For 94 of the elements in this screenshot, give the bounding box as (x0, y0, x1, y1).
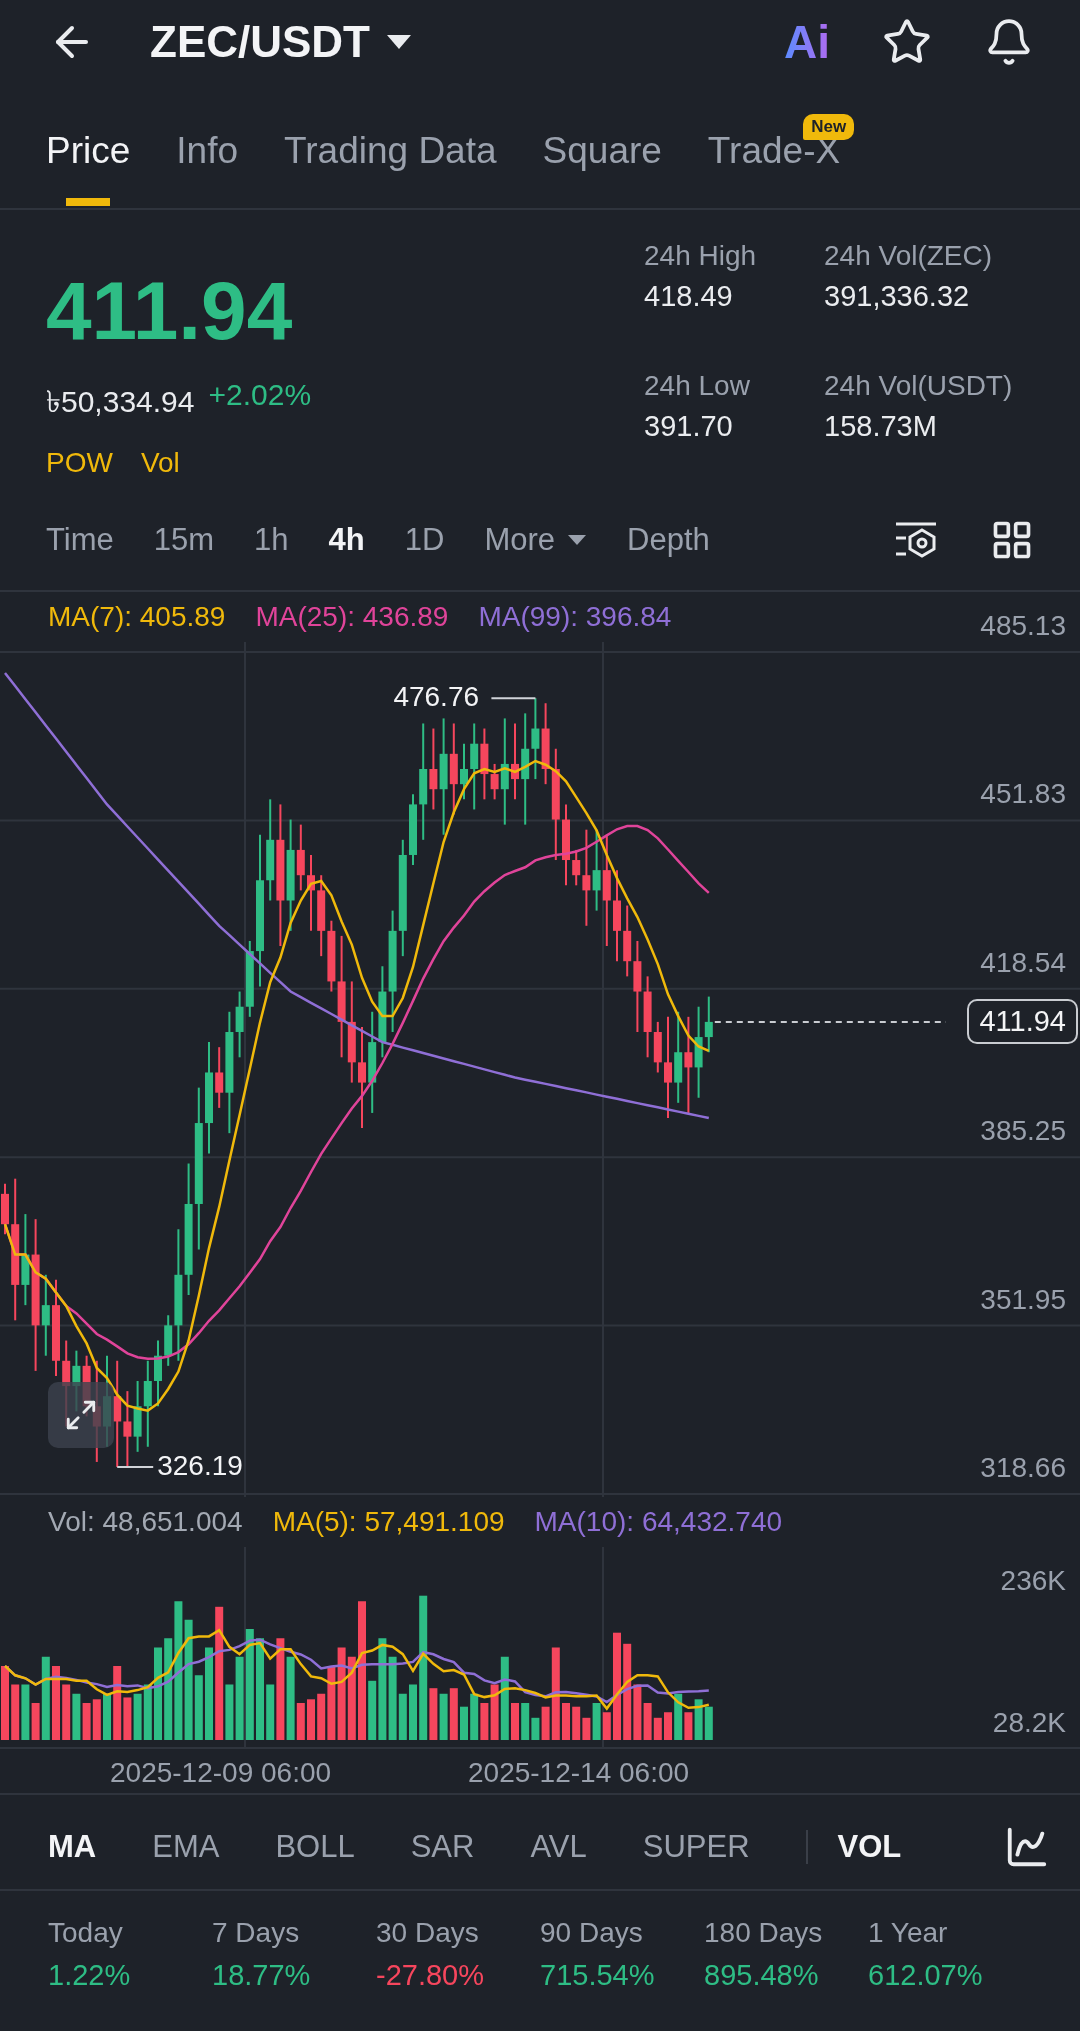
stat-label: 24h Vol(ZEC) (824, 240, 994, 272)
volume-value: MA(10): 64,432.740 (534, 1506, 783, 1538)
page-tab[interactable]: Info (176, 84, 239, 208)
period-change: 715.54% (540, 1959, 656, 1992)
low-leader-line (116, 1466, 155, 1468)
volume-bar (439, 1693, 448, 1740)
period-change: 895.48% (704, 1959, 820, 1992)
interval-tab[interactable]: Depth (627, 522, 710, 558)
pair-title[interactable]: ZEC/USDT (150, 17, 370, 67)
volume-bar (562, 1703, 570, 1740)
stat-label: 24h Low (644, 370, 751, 402)
period-change: -27.80% (376, 1959, 485, 1992)
volume-value: MA(5): 57,491.109 (272, 1506, 505, 1538)
page-tab[interactable]: Price (46, 84, 131, 208)
indicator-tab[interactable]: SAR (410, 1829, 475, 1865)
volume-bar (602, 1712, 611, 1740)
interval-tab[interactable]: 1D (404, 522, 445, 558)
page-tab[interactable]: Square (542, 84, 662, 208)
price-change: +2.02% (208, 378, 312, 413)
new-badge: New (803, 114, 855, 140)
period-label: 30 Days (376, 1917, 480, 1949)
expand-button[interactable] (48, 1382, 114, 1448)
indicator-tab[interactable]: MA (48, 1829, 97, 1865)
price-axis-label: 385.25 (980, 1115, 1066, 1148)
price-axis-label: 351.95 (980, 1283, 1066, 1316)
volume-bar (449, 1688, 458, 1740)
volume-bar (103, 1693, 111, 1740)
high-leader-line (490, 697, 537, 700)
volume-bar (307, 1699, 315, 1740)
volume-axis-label: 28.2K (992, 1707, 1066, 1739)
price-axis-label: 318.66 (980, 1452, 1066, 1484)
period-label: 180 Days (704, 1917, 824, 1949)
candlestick (460, 742, 468, 801)
volume-bar (664, 1712, 672, 1740)
indicator-tab[interactable]: BOLL (275, 1829, 355, 1865)
stat-label: 24h Vol(USDT) (824, 370, 1014, 402)
period-label: 1 Year (868, 1917, 949, 1949)
volume-bar (409, 1684, 417, 1740)
indicator-tab[interactable]: VOL (837, 1829, 902, 1865)
period-label: 90 Days (540, 1917, 644, 1949)
indicator-tab[interactable]: AVL (530, 1829, 587, 1865)
low-price-label: 326.19 (157, 1450, 243, 1482)
price-axis-label: 485.13 (980, 610, 1066, 642)
period-label: 7 Days (212, 1917, 301, 1949)
interval-tab[interactable]: More (484, 522, 587, 558)
period-change: 1.22% (48, 1959, 132, 1992)
caret-icon[interactable] (386, 34, 412, 50)
volume-bar (82, 1703, 91, 1740)
volume-bar (62, 1684, 71, 1740)
interval-tab[interactable]: 15m (153, 522, 215, 558)
moving-average-value: MA(99): 396.84 (478, 601, 672, 633)
interval-tab[interactable]: 1h (254, 522, 289, 558)
period-change: 18.77% (212, 1959, 312, 1992)
volume-bar (143, 1684, 152, 1740)
period-change: 612.07% (868, 1959, 984, 1992)
candlestick (1, 1182, 9, 1236)
price-axis-label: 451.83 (980, 778, 1066, 811)
volume-value: Vol: 48,651.004 (48, 1506, 243, 1538)
period-label: Today (48, 1917, 124, 1949)
page-tab[interactable]: Trade-X New (707, 84, 855, 208)
stat-label: 24h High (644, 240, 758, 272)
current-price-label: 411.94 (967, 998, 1078, 1044)
coin-tag[interactable]: Vol (140, 447, 180, 479)
volume-bar (470, 1693, 479, 1740)
local-price: ৳50,334.94 (46, 384, 195, 420)
high-price-label: 476.76 (393, 681, 480, 714)
volume-bar (11, 1684, 20, 1740)
stat-value: 158.73M (824, 410, 938, 443)
volume-axis-label: 236K (1000, 1565, 1066, 1597)
date-label: 2025-12-14 06:00 (468, 1757, 690, 1789)
price-axis-label: 418.54 (980, 946, 1066, 979)
volume-bar (72, 1693, 81, 1740)
interval-tab[interactable]: Time (46, 522, 114, 558)
page-tab[interactable]: Trading Data (284, 84, 497, 208)
stat-value: 391.70 (644, 410, 734, 443)
candlestick (154, 1339, 162, 1408)
last-price: 411.94 (46, 270, 294, 352)
stat-value: 391,336.32 (824, 280, 971, 313)
volume-bar (133, 1693, 142, 1740)
indicator-tab[interactable]: EMA (152, 1829, 220, 1865)
chart-settings-icon[interactable] (894, 520, 938, 560)
volume-bar (704, 1706, 713, 1740)
coin-tag[interactable]: POW (46, 447, 113, 479)
moving-average-value: MA(25): 436.89 (255, 601, 449, 633)
volume-bar (460, 1706, 468, 1740)
caret-icon (567, 534, 587, 546)
moving-average-value: MA(7): 405.89 (48, 601, 226, 633)
date-label: 2025-12-09 06:00 (110, 1757, 332, 1789)
volume-bar (511, 1703, 519, 1740)
stat-value: 418.49 (644, 280, 734, 313)
indicator-tab[interactable]: SUPER (642, 1829, 750, 1865)
expand-icon (64, 1398, 98, 1432)
interval-tab[interactable]: 4h (328, 522, 365, 558)
volume-bar (92, 1699, 101, 1740)
